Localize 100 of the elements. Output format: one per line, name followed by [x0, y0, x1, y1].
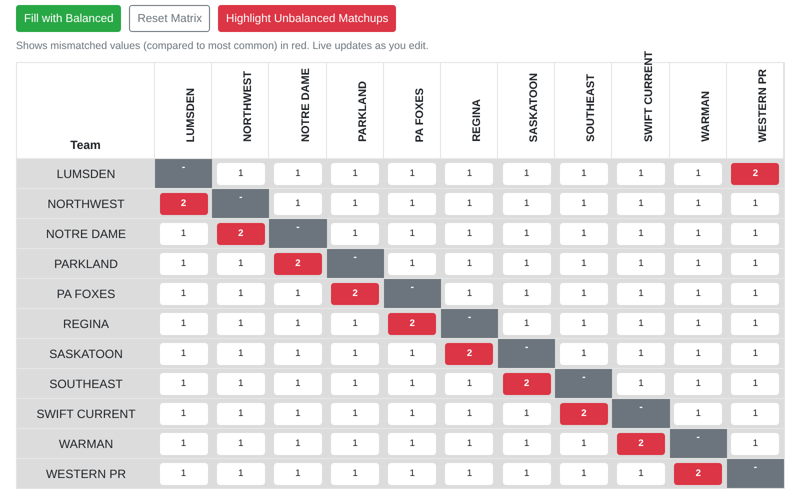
number-field[interactable]: 1: [617, 192, 666, 214]
number-field[interactable]: 1: [674, 192, 722, 214]
number-field[interactable]: 1: [331, 222, 380, 244]
number-field[interactable]: 1: [731, 342, 780, 364]
number-field[interactable]: 1: [560, 432, 608, 454]
number-field[interactable]: 2: [274, 252, 322, 274]
number-field[interactable]: 1: [674, 372, 722, 394]
number-field[interactable]: 1: [674, 252, 722, 274]
number-field[interactable]: 1: [216, 372, 265, 394]
number-field[interactable]: 1: [674, 222, 722, 244]
number-field[interactable]: 1: [502, 312, 551, 334]
number-field[interactable]: 1: [331, 462, 380, 484]
number-field[interactable]: 1: [445, 222, 494, 244]
number-field[interactable]: 1: [331, 432, 380, 454]
toolbar-button[interactable]: Highlight Unbalanced Matchups: [218, 5, 396, 32]
number-field[interactable]: 1: [388, 462, 436, 484]
number-field[interactable]: 1: [617, 312, 666, 334]
number-field[interactable]: 2: [617, 432, 666, 454]
number-field[interactable]: 1: [445, 432, 494, 454]
number-field[interactable]: 1: [388, 342, 436, 364]
toolbar-button[interactable]: Reset Matrix: [129, 5, 210, 32]
number-field[interactable]: 2: [731, 162, 780, 184]
number-field[interactable]: 1: [731, 432, 780, 454]
number-field[interactable]: 1: [445, 282, 494, 304]
number-field[interactable]: 1: [502, 432, 551, 454]
number-field[interactable]: 1: [674, 162, 722, 184]
number-field[interactable]: 1: [731, 282, 780, 304]
number-field[interactable]: 1: [560, 222, 608, 244]
number-field[interactable]: 1: [388, 192, 436, 214]
number-field[interactable]: 1: [560, 192, 608, 214]
number-field[interactable]: 1: [560, 162, 608, 184]
number-field[interactable]: 1: [274, 312, 322, 334]
number-field[interactable]: 1: [388, 162, 436, 184]
number-field[interactable]: 1: [617, 162, 666, 184]
number-field[interactable]: 1: [445, 252, 494, 274]
number-field[interactable]: 1: [331, 312, 380, 334]
number-field[interactable]: 1: [617, 342, 666, 364]
number-field[interactable]: 1: [502, 462, 551, 484]
number-field[interactable]: 1: [674, 282, 722, 304]
number-field[interactable]: 1: [274, 282, 322, 304]
number-field[interactable]: 1: [274, 342, 322, 364]
number-field[interactable]: 2: [331, 282, 380, 304]
number-field[interactable]: 1: [617, 462, 666, 484]
number-field[interactable]: 1: [160, 342, 208, 364]
number-field[interactable]: 1: [331, 162, 380, 184]
number-field[interactable]: 1: [560, 282, 608, 304]
number-field[interactable]: 1: [274, 372, 322, 394]
number-field[interactable]: 1: [216, 462, 265, 484]
number-field[interactable]: 1: [617, 222, 666, 244]
number-field[interactable]: 1: [274, 162, 322, 184]
number-field[interactable]: 1: [331, 402, 380, 424]
number-field[interactable]: 1: [502, 402, 551, 424]
number-field[interactable]: 1: [445, 372, 494, 394]
number-field[interactable]: 1: [502, 192, 551, 214]
number-field[interactable]: 1: [674, 402, 722, 424]
number-field[interactable]: 1: [617, 252, 666, 274]
number-field[interactable]: 1: [274, 402, 322, 424]
number-field[interactable]: 2: [160, 192, 208, 214]
number-field[interactable]: 1: [502, 222, 551, 244]
number-field[interactable]: 1: [445, 192, 494, 214]
number-field[interactable]: 1: [560, 312, 608, 334]
number-field[interactable]: 1: [274, 192, 322, 214]
number-field[interactable]: 1: [502, 252, 551, 274]
number-field[interactable]: 1: [274, 432, 322, 454]
number-field[interactable]: 1: [331, 192, 380, 214]
number-field[interactable]: 2: [502, 372, 551, 394]
number-field[interactable]: 1: [274, 462, 322, 484]
number-field[interactable]: 1: [731, 372, 780, 394]
number-field[interactable]: 1: [731, 402, 780, 424]
number-field[interactable]: 1: [331, 372, 380, 394]
number-field[interactable]: 1: [160, 222, 208, 244]
number-field[interactable]: 1: [388, 372, 436, 394]
number-field[interactable]: 1: [674, 312, 722, 334]
number-field[interactable]: 1: [617, 282, 666, 304]
number-field[interactable]: 1: [560, 252, 608, 274]
number-field[interactable]: 1: [160, 372, 208, 394]
number-field[interactable]: 1: [216, 282, 265, 304]
number-field[interactable]: 1: [731, 252, 780, 274]
number-field[interactable]: 1: [388, 402, 436, 424]
number-field[interactable]: 1: [445, 462, 494, 484]
number-field[interactable]: 2: [560, 402, 608, 424]
number-field[interactable]: 1: [160, 312, 208, 334]
number-field[interactable]: 1: [216, 402, 265, 424]
number-field[interactable]: 1: [160, 462, 208, 484]
number-field[interactable]: 1: [216, 312, 265, 334]
number-field[interactable]: 1: [560, 342, 608, 364]
number-field[interactable]: 1: [160, 282, 208, 304]
number-field[interactable]: 1: [560, 462, 608, 484]
number-field[interactable]: 1: [216, 252, 265, 274]
number-field[interactable]: 2: [445, 342, 494, 364]
number-field[interactable]: 2: [674, 462, 722, 484]
number-field[interactable]: 1: [731, 312, 780, 334]
number-field[interactable]: 1: [160, 402, 208, 424]
number-field[interactable]: 1: [445, 162, 494, 184]
number-field[interactable]: 2: [216, 222, 265, 244]
number-field[interactable]: 1: [388, 432, 436, 454]
number-field[interactable]: 1: [216, 342, 265, 364]
number-field[interactable]: 1: [731, 222, 780, 244]
number-field[interactable]: 1: [331, 342, 380, 364]
number-field[interactable]: 2: [388, 312, 436, 334]
